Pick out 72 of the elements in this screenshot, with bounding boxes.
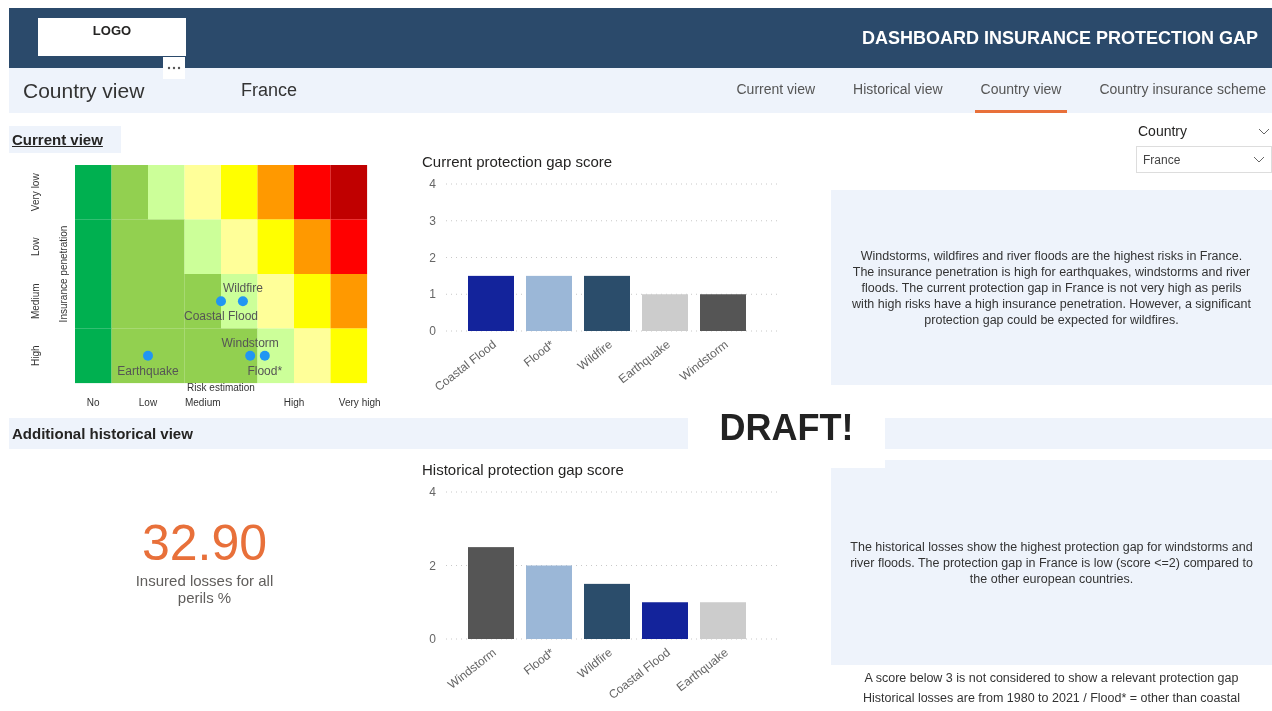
section-heading: Additional historical view: [12, 425, 193, 442]
x-axis-label: Risk estimation: [187, 382, 255, 393]
heatmap-cell: [75, 328, 112, 384]
chart-title: Historical protection gap score: [422, 461, 625, 478]
point-label: Earthquake: [117, 363, 179, 378]
logo: LOGO: [38, 18, 186, 56]
dashboard-title: DASHBOARD INSURANCE PROTECTION GAP: [861, 27, 1258, 49]
x-tick-label: Medium: [184, 397, 221, 408]
heatmap-cell: [148, 165, 185, 220]
x-tick-label: High: [283, 397, 305, 408]
chart-title: Current protection gap score: [422, 153, 614, 170]
y-tick-label: 2: [429, 250, 436, 265]
y-tick-label: Medium: [30, 283, 41, 320]
marker-dot: [216, 296, 226, 307]
point-label: Wildfire: [222, 281, 263, 296]
heatmap-cell: [221, 219, 258, 275]
x-tick-label: Low: [138, 397, 158, 408]
heatmap-cell: [75, 219, 112, 275]
marker-dot: [259, 350, 270, 361]
point-label: Flood*: [247, 363, 283, 378]
y-tick-label: Low: [30, 237, 41, 256]
more-options-button[interactable]: [163, 57, 185, 79]
page-title: Country view: [23, 78, 146, 103]
y-tick-label: 0: [429, 632, 436, 646]
heatmap-cell: [294, 219, 331, 275]
heatmap-cell: [330, 274, 368, 329]
heatmap-cell: [184, 219, 222, 275]
heatmap-cell: [294, 274, 331, 329]
chevron-icon: [1253, 156, 1265, 163]
y-tick-label: 0: [429, 324, 436, 338]
heatmap-cell: [294, 328, 331, 384]
footnote: A score below 3 is not considered to show a relevant protection gap: [864, 671, 1239, 685]
more-icon: [167, 66, 181, 70]
heatmap-cell: [294, 165, 331, 220]
heatmap-cell: [184, 328, 222, 384]
y-tick-label: 3: [429, 213, 436, 228]
heatmap-cell: [221, 165, 258, 220]
heatmap-cell: [330, 328, 368, 384]
country-name: France: [241, 80, 298, 101]
y-axis-label: Insurance penetration: [58, 225, 69, 323]
heatmap-cell: [330, 219, 368, 275]
nav-tab[interactable]: Current view: [730, 68, 822, 113]
y-tick-label: 4: [429, 177, 436, 191]
kpi-value: 32.90: [141, 514, 268, 572]
section-heading: Current view: [9, 126, 121, 153]
y-tick-label: Very low: [30, 173, 41, 212]
heatmap-cell: [330, 165, 368, 220]
x-tick-label: No: [86, 397, 100, 408]
marker-dot: [245, 350, 256, 361]
y-tick-label: High: [30, 345, 41, 367]
heatmap-cell: [111, 165, 149, 220]
heatmap-cell: [257, 219, 295, 275]
marker-dot: [143, 350, 153, 361]
marker-dot: [237, 296, 248, 307]
y-tick-label: 1: [429, 287, 436, 302]
x-tick-label: Very high: [338, 397, 381, 408]
heatmap-cell: [257, 165, 295, 220]
heatmap-cell: [184, 165, 222, 220]
summary-text: The historical losses show the highest protection gap for windstorms and river floods. The protection gap in France is low (score <=2) compared to the other european countries.: [849, 538, 1254, 587]
nav-tab[interactable]: Country view: [974, 68, 1068, 113]
nav-tab[interactable]: Historical view: [847, 68, 949, 113]
filter-label: Country: [1138, 123, 1188, 139]
heatmap-cell: [75, 165, 112, 220]
y-tick-label: 4: [429, 485, 436, 499]
kpi-label: Insured losses for all perils %: [134, 572, 275, 606]
nav-tab[interactable]: Country insurance scheme: [1093, 68, 1272, 113]
country-dropdown[interactable]: France: [1136, 146, 1272, 173]
footnote: Historical losses are from 1980 to 2021 / Flood* = other than coastal: [863, 691, 1240, 705]
chevron-icon: [1258, 127, 1270, 135]
heatmap-cell: [75, 274, 112, 329]
summary-text: Windstorms, wildfires and river floods are the highest risks in France. The insurance penetration is high for earthquakes, windstorms and river floods. The current protection gap in France is not very high as perils with high risks have a high insurance penetration. However, a significant protection gap could be expected for wildfires.: [851, 247, 1252, 328]
y-tick-label: 2: [429, 558, 436, 573]
